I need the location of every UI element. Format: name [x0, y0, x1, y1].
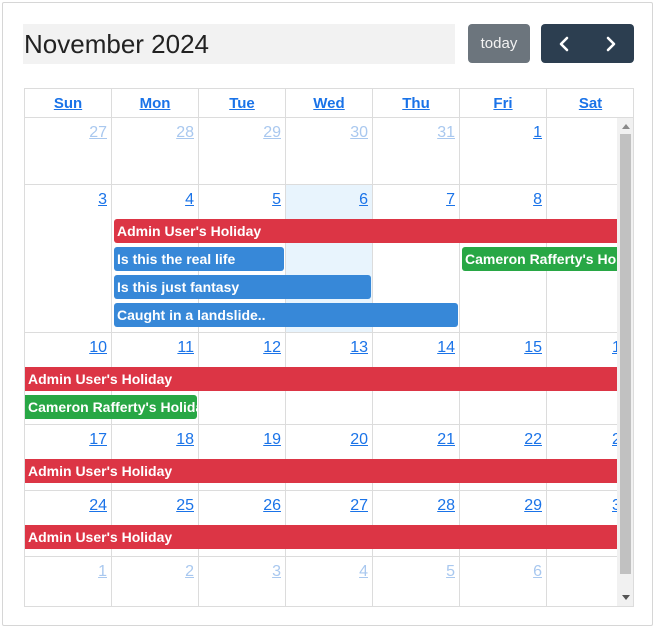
- day-cell[interactable]: 6: [460, 557, 547, 606]
- day-number[interactable]: 4: [185, 191, 194, 209]
- day-number[interactable]: 26: [263, 497, 281, 515]
- day-number[interactable]: 6: [533, 563, 542, 581]
- week-row: 17 18 19 20 21 22 2 Admin User's Holiday: [25, 425, 617, 491]
- day-number[interactable]: 19: [263, 431, 281, 449]
- day-cell[interactable]: 27: [25, 118, 112, 184]
- calendar-title: November 2024: [24, 29, 209, 59]
- week-row: 27 28 29 30 31 1: [25, 118, 617, 185]
- day-number[interactable]: 28: [437, 497, 455, 515]
- day-number[interactable]: 1: [533, 124, 542, 142]
- nav-button-group: [541, 24, 634, 63]
- event-cameron-holiday[interactable]: Cameron Rafferty's Holiday: [462, 247, 617, 271]
- next-button[interactable]: [588, 24, 634, 63]
- event-admin-holiday[interactable]: Admin User's Holiday: [25, 459, 617, 483]
- day-cell[interactable]: 1: [25, 557, 112, 606]
- day-number[interactable]: 18: [176, 431, 194, 449]
- prev-button[interactable]: [541, 24, 587, 63]
- day-number[interactable]: 7: [446, 191, 455, 209]
- day-cell[interactable]: 31: [373, 118, 460, 184]
- day-number[interactable]: 15: [524, 339, 542, 357]
- scroll-down-arrow-icon[interactable]: [622, 595, 630, 600]
- dow-thu[interactable]: Thu: [373, 89, 460, 117]
- today-button[interactable]: today: [468, 24, 530, 63]
- dow-tue[interactable]: Tue: [199, 89, 286, 117]
- day-cell[interactable]: [547, 118, 617, 184]
- day-number[interactable]: 3: [272, 563, 281, 581]
- event-cameron-holiday[interactable]: Cameron Rafferty's Holiday: [25, 395, 197, 419]
- day-number[interactable]: 3: [98, 191, 107, 209]
- day-number[interactable]: 28: [176, 124, 194, 142]
- day-number[interactable]: 31: [437, 124, 455, 142]
- day-number[interactable]: 5: [272, 191, 281, 209]
- day-number[interactable]: 30: [350, 124, 368, 142]
- day-cell[interactable]: 30: [286, 118, 373, 184]
- chevron-left-icon: [559, 36, 569, 51]
- event-fantasy[interactable]: Is this just fantasy: [114, 275, 371, 299]
- day-number[interactable]: 1: [98, 563, 107, 581]
- day-cell[interactable]: 5: [373, 557, 460, 606]
- scroll-up-arrow-icon[interactable]: [622, 124, 630, 129]
- dow-fri[interactable]: Fri: [460, 89, 547, 117]
- day-number[interactable]: 27: [350, 497, 368, 515]
- day-number[interactable]: 14: [437, 339, 455, 357]
- event-admin-holiday[interactable]: Admin User's Holiday: [25, 525, 617, 549]
- title-box: November 2024: [23, 24, 455, 64]
- scroll-thumb[interactable]: [620, 134, 631, 574]
- day-number[interactable]: 20: [350, 431, 368, 449]
- week-row: 24 25 26 27 28 29 3 Admin User's Holiday: [25, 491, 617, 557]
- event-admin-holiday[interactable]: Admin User's Holiday: [25, 367, 617, 391]
- dow-mon[interactable]: Mon: [112, 89, 199, 117]
- month-grid: Sun Mon Tue Wed Thu Fri Sat 27 28 29 30 …: [24, 88, 634, 607]
- dow-sun[interactable]: Sun: [25, 89, 112, 117]
- day-number[interactable]: 4: [359, 563, 368, 581]
- day-number[interactable]: 21: [437, 431, 455, 449]
- day-cell[interactable]: 29: [199, 118, 286, 184]
- event-landslide[interactable]: Caught in a landslide..: [114, 303, 458, 327]
- week-row: 10 11 12 13 14 15 1 Admin User's Holiday…: [25, 333, 617, 425]
- day-cell[interactable]: 1: [460, 118, 547, 184]
- calendar-body: 27 28 29 30 31 1 3 4 5 6 7 8 Admin User'…: [25, 118, 617, 606]
- day-number[interactable]: 22: [524, 431, 542, 449]
- dow-wed[interactable]: Wed: [286, 89, 373, 117]
- day-number[interactable]: 6: [359, 191, 368, 209]
- event-real-life[interactable]: Is this the real life: [114, 247, 284, 271]
- day-number[interactable]: 12: [263, 339, 281, 357]
- day-number[interactable]: 10: [89, 339, 107, 357]
- day-number[interactable]: 8: [533, 191, 542, 209]
- vertical-scrollbar[interactable]: [617, 118, 633, 606]
- day-cell[interactable]: 4: [286, 557, 373, 606]
- day-number[interactable]: 11: [177, 339, 194, 357]
- day-cell[interactable]: 2: [112, 557, 199, 606]
- day-number[interactable]: 29: [524, 497, 542, 515]
- day-of-week-header: Sun Mon Tue Wed Thu Fri Sat: [25, 89, 633, 118]
- dow-sat[interactable]: Sat: [547, 89, 633, 117]
- day-cell[interactable]: 3: [25, 185, 112, 332]
- day-number[interactable]: 2: [185, 563, 194, 581]
- chevron-right-icon: [606, 36, 616, 51]
- day-number[interactable]: 24: [89, 497, 107, 515]
- day-cell[interactable]: 28: [112, 118, 199, 184]
- day-number[interactable]: 13: [350, 339, 368, 357]
- calendar-toolbar: November 2024 today: [23, 24, 634, 64]
- week-row: 1 2 3 4 5 6: [25, 557, 617, 606]
- day-number[interactable]: 29: [263, 124, 281, 142]
- day-cell[interactable]: [547, 557, 617, 606]
- day-number[interactable]: 25: [176, 497, 194, 515]
- day-cell[interactable]: 3: [199, 557, 286, 606]
- day-number[interactable]: 17: [89, 431, 107, 449]
- week-row: 3 4 5 6 7 8 Admin User's Holiday Is this…: [25, 185, 617, 333]
- event-admin-holiday[interactable]: Admin User's Holiday: [114, 219, 617, 243]
- day-number[interactable]: 5: [446, 563, 455, 581]
- day-number[interactable]: 27: [89, 124, 107, 142]
